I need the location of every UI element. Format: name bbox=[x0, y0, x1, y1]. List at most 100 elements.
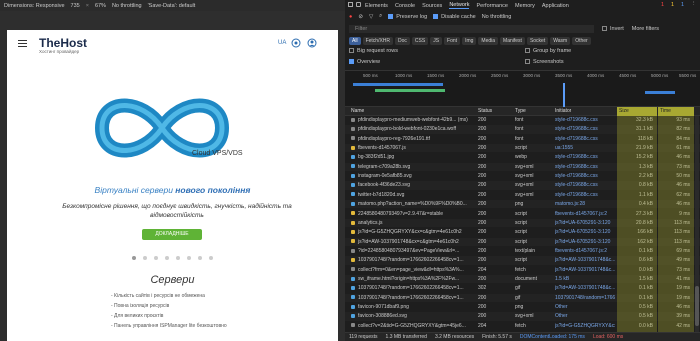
cell-init[interactable]: style-d719688c.css bbox=[555, 153, 615, 161]
table-row[interactable]: pfdindisplaypro-reg-7926e191.ttf 200 font s… bbox=[345, 135, 700, 143]
preserve-log-checkbox[interactable]: Preserve log bbox=[388, 14, 427, 20]
error-badge[interactable]: 1 bbox=[661, 2, 664, 8]
column-status[interactable]: Status bbox=[478, 108, 492, 114]
width-input[interactable]: 735 bbox=[71, 3, 80, 9]
table-row[interactable]: js?id=AW-1037901748&cx=c&gtm=4e61c0h2 200… bbox=[345, 237, 700, 246]
cell-init[interactable]: style-d719688c.css bbox=[555, 181, 615, 189]
carousel-dot[interactable] bbox=[176, 256, 180, 260]
record-icon[interactable]: ● bbox=[349, 14, 352, 20]
zoom-select[interactable]: 67% bbox=[95, 3, 106, 9]
dimensions-select[interactable]: Dimensions: Responsive bbox=[4, 3, 65, 9]
details-button[interactable]: ДОКЛАДНІШЕ bbox=[142, 229, 202, 240]
inspect-icon[interactable] bbox=[348, 2, 353, 7]
tab-application[interactable]: Application bbox=[542, 3, 569, 9]
cell-init[interactable]: style-d719688c.css bbox=[555, 116, 615, 124]
chip-js[interactable]: JS bbox=[430, 36, 443, 45]
chip-wasm[interactable]: Wasm bbox=[550, 36, 571, 45]
carousel-dot[interactable] bbox=[165, 256, 169, 260]
column-type[interactable]: Type bbox=[515, 108, 526, 114]
carousel-dot[interactable] bbox=[198, 256, 202, 260]
disable-cache-checkbox[interactable]: Disable cache bbox=[433, 14, 476, 20]
chip-other[interactable]: Other bbox=[572, 36, 591, 45]
cell-init[interactable]: style-d719688c.css bbox=[555, 125, 615, 133]
cell-init[interactable]: js?id=AW-1037901748&c... bbox=[555, 256, 615, 264]
carousel-dots[interactable] bbox=[132, 256, 213, 260]
table-row[interactable]: bg-383f2d51.jpg 200 webp style-d719688c.css… bbox=[345, 153, 700, 161]
carousel-dot[interactable] bbox=[187, 256, 191, 260]
cell-init[interactable]: style-d719688c.css bbox=[555, 191, 615, 199]
group-by-frame-checkbox[interactable]: Group by frame bbox=[525, 48, 571, 54]
table-row[interactable]: telegram-c709a28b.svg 200 svg+xml style-d71… bbox=[345, 162, 700, 172]
carousel-dot[interactable] bbox=[132, 256, 136, 260]
network-overview-timeline[interactable]: 500 ms 1000 ms 1500 ms 2000 ms 2500 ms 3… bbox=[345, 70, 700, 108]
table-row[interactable]: 1037901748/?random=17662602266458cv=1...… bbox=[345, 293, 700, 302]
tab-performance[interactable]: Performance bbox=[476, 3, 508, 9]
table-row[interactable]: favicon-308886ed.svg 200 svg+xml Other 0.5 k… bbox=[345, 312, 700, 321]
column-time[interactable]: Time bbox=[658, 107, 694, 116]
carousel-dot[interactable] bbox=[143, 256, 147, 260]
savedata-select[interactable]: 'Save-Data': default bbox=[148, 3, 196, 9]
table-row[interactable]: instagram-0e5afb85.svg 200 svg+xml style-d7… bbox=[345, 172, 700, 180]
cell-init[interactable]: fbevents-d1457067.js:2 bbox=[555, 247, 615, 255]
column-name[interactable]: Name bbox=[351, 108, 364, 114]
chip-img[interactable]: Img bbox=[462, 36, 477, 45]
menu-icon[interactable] bbox=[18, 40, 27, 47]
info-badge[interactable]: 1 bbox=[681, 2, 684, 8]
cell-init[interactable]: js?id=UA-6705291-3:120 bbox=[555, 219, 615, 227]
cell-init[interactable]: js?id=UA-6705291-3:120 bbox=[555, 238, 615, 246]
table-row[interactable]: collect?v=2&tid=G-G5ZHQGRYXY&gtm=45je6..… bbox=[345, 322, 700, 330]
column-initiator[interactable]: Initiator bbox=[555, 108, 571, 114]
overview-checkbox[interactable]: Overview bbox=[349, 59, 380, 65]
user-icon[interactable] bbox=[307, 38, 317, 48]
filter-icon[interactable]: ▽ bbox=[369, 14, 373, 20]
tab-network[interactable]: Network bbox=[449, 2, 470, 9]
cell-init[interactable]: 1037901748/random=1766... bbox=[555, 294, 615, 302]
table-scrollbar[interactable] bbox=[695, 116, 699, 332]
cell-init[interactable]: style-d719688c.css bbox=[555, 163, 615, 171]
table-row[interactable]: js?id=G-G5ZHQGRYXY&cx=c&gtm=4e61c0h2 200 s… bbox=[345, 228, 700, 236]
column-size[interactable]: Size bbox=[617, 107, 657, 116]
table-row[interactable]: 2248580480793497v=2.9.47&r=stable 200 scri… bbox=[345, 210, 700, 218]
carousel-dot[interactable] bbox=[154, 256, 158, 260]
chip-media[interactable]: Media bbox=[478, 36, 499, 45]
table-row[interactable]: fbevents-d1457067.js 200 script ua:1555 21.9… bbox=[345, 144, 700, 153]
table-row[interactable]: twitter-b7d1820d.svg 200 svg+xml style-d719… bbox=[345, 191, 700, 199]
chip-all[interactable]: All bbox=[349, 36, 361, 45]
device-toggle-icon[interactable] bbox=[356, 2, 361, 7]
warning-badge[interactable]: 1 bbox=[671, 2, 674, 8]
screenshots-checkbox[interactable]: Screenshots bbox=[525, 59, 564, 65]
cell-init[interactable]: matomo.js:28 bbox=[555, 200, 615, 208]
table-row[interactable]: 1037901748/?random=17662602266458cv=1...… bbox=[345, 284, 700, 292]
tab-console[interactable]: Console bbox=[395, 3, 415, 9]
site-logo[interactable]: TheHost bbox=[39, 36, 87, 50]
chip-doc[interactable]: Doc bbox=[395, 36, 410, 45]
big-rows-checkbox[interactable]: Big request rows bbox=[349, 48, 398, 54]
table-row[interactable]: pfdindisplaypro-bold-webfont-0230e1ca.wo… bbox=[345, 125, 700, 134]
throttling-select[interactable]: No throttling bbox=[482, 14, 512, 20]
cell-init[interactable]: style-d719688c.css bbox=[555, 172, 615, 180]
table-row[interactable]: pfdindisplaypro-mediumweb-webfont-42b9..… bbox=[345, 116, 700, 124]
language-select[interactable]: UA bbox=[278, 40, 286, 46]
chip-fetch[interactable]: Fetch/XHR bbox=[362, 36, 394, 45]
cell-init[interactable]: js?id=G-G5ZHQGRYXY&cx... bbox=[555, 322, 615, 330]
chip-font[interactable]: Font bbox=[444, 36, 461, 45]
cell-init[interactable]: style-d719688c.css bbox=[555, 135, 615, 143]
table-row[interactable]: matomo.php?action_name=%D0%9F%D0%B0... 20… bbox=[345, 200, 700, 209]
cell-init[interactable]: js?id=AW-1037901748&c... bbox=[555, 284, 615, 292]
tab-memory[interactable]: Memory bbox=[515, 3, 535, 9]
invert-checkbox[interactable]: Invert bbox=[602, 26, 624, 32]
chip-socket[interactable]: Socket bbox=[526, 36, 549, 45]
table-row[interactable]: ?id=2248580480793497&ev=PageView&rl=... 2… bbox=[345, 247, 700, 255]
table-row[interactable]: favicon-9071dbaf9.png 200 png Other 0.5 kB 46… bbox=[345, 303, 700, 311]
cell-init[interactable]: Other bbox=[555, 312, 615, 320]
tab-sources[interactable]: Sources bbox=[422, 3, 442, 9]
throttle-select[interactable]: No throttling bbox=[112, 3, 142, 9]
cell-init[interactable]: Other bbox=[555, 303, 615, 311]
cell-init[interactable]: ua:1555 bbox=[555, 144, 615, 152]
more-menu-icon[interactable]: ⋮ bbox=[691, 1, 697, 7]
table-row[interactable]: sw_iframe.html?origin=https%3A%2F%2Fw...… bbox=[345, 274, 700, 284]
cell-init[interactable]: fbevents-d1457067.js:2 bbox=[555, 210, 615, 218]
more-filters-button[interactable]: More filters bbox=[632, 26, 659, 32]
cell-init[interactable]: js?id=AW-1037901748&c... bbox=[555, 266, 615, 274]
filter-input[interactable]: Filter bbox=[349, 24, 594, 33]
